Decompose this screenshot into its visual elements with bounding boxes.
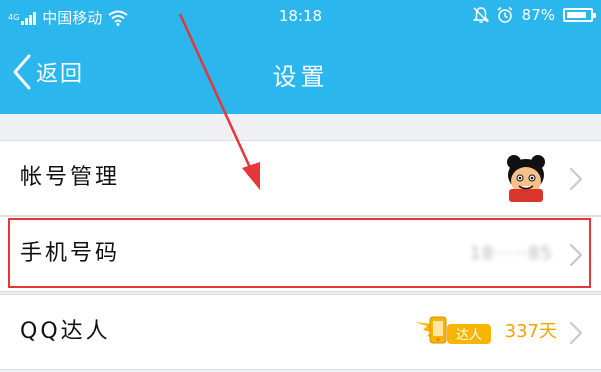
settings-row-account[interactable]: 帐号管理 [0, 140, 601, 216]
qq-expert-days: 337天 [504, 321, 557, 342]
nav-bar: 返回 设置 [0, 32, 601, 114]
alarm-icon [497, 6, 513, 23]
avatar [507, 155, 545, 202]
row-label: 帐号管理 [20, 165, 121, 190]
settings-screen: 4G 中国移动 18:18 87% 返回 设置 帐号管理 手机号码 18····… [0, 0, 601, 372]
qq-expert-badge-icon: 达人 [415, 316, 491, 344]
battery-percent: 87% [521, 6, 555, 24]
chevron-right-icon [569, 321, 583, 345]
battery-icon [563, 8, 596, 22]
highlight-box [8, 218, 591, 288]
settings-row-qq-expert[interactable]: QQ达人 达人 337天 [0, 294, 601, 370]
row-label: QQ达人 [20, 319, 111, 344]
status-bar: 4G 中国移动 18:18 87% [0, 0, 601, 32]
mute-icon [472, 7, 489, 23]
status-right: 87% [472, 6, 596, 24]
chevron-right-icon [569, 167, 583, 191]
page-title: 设置 [272, 63, 329, 91]
battery-fill [567, 12, 586, 18]
badge-text: 达人 [456, 328, 482, 343]
